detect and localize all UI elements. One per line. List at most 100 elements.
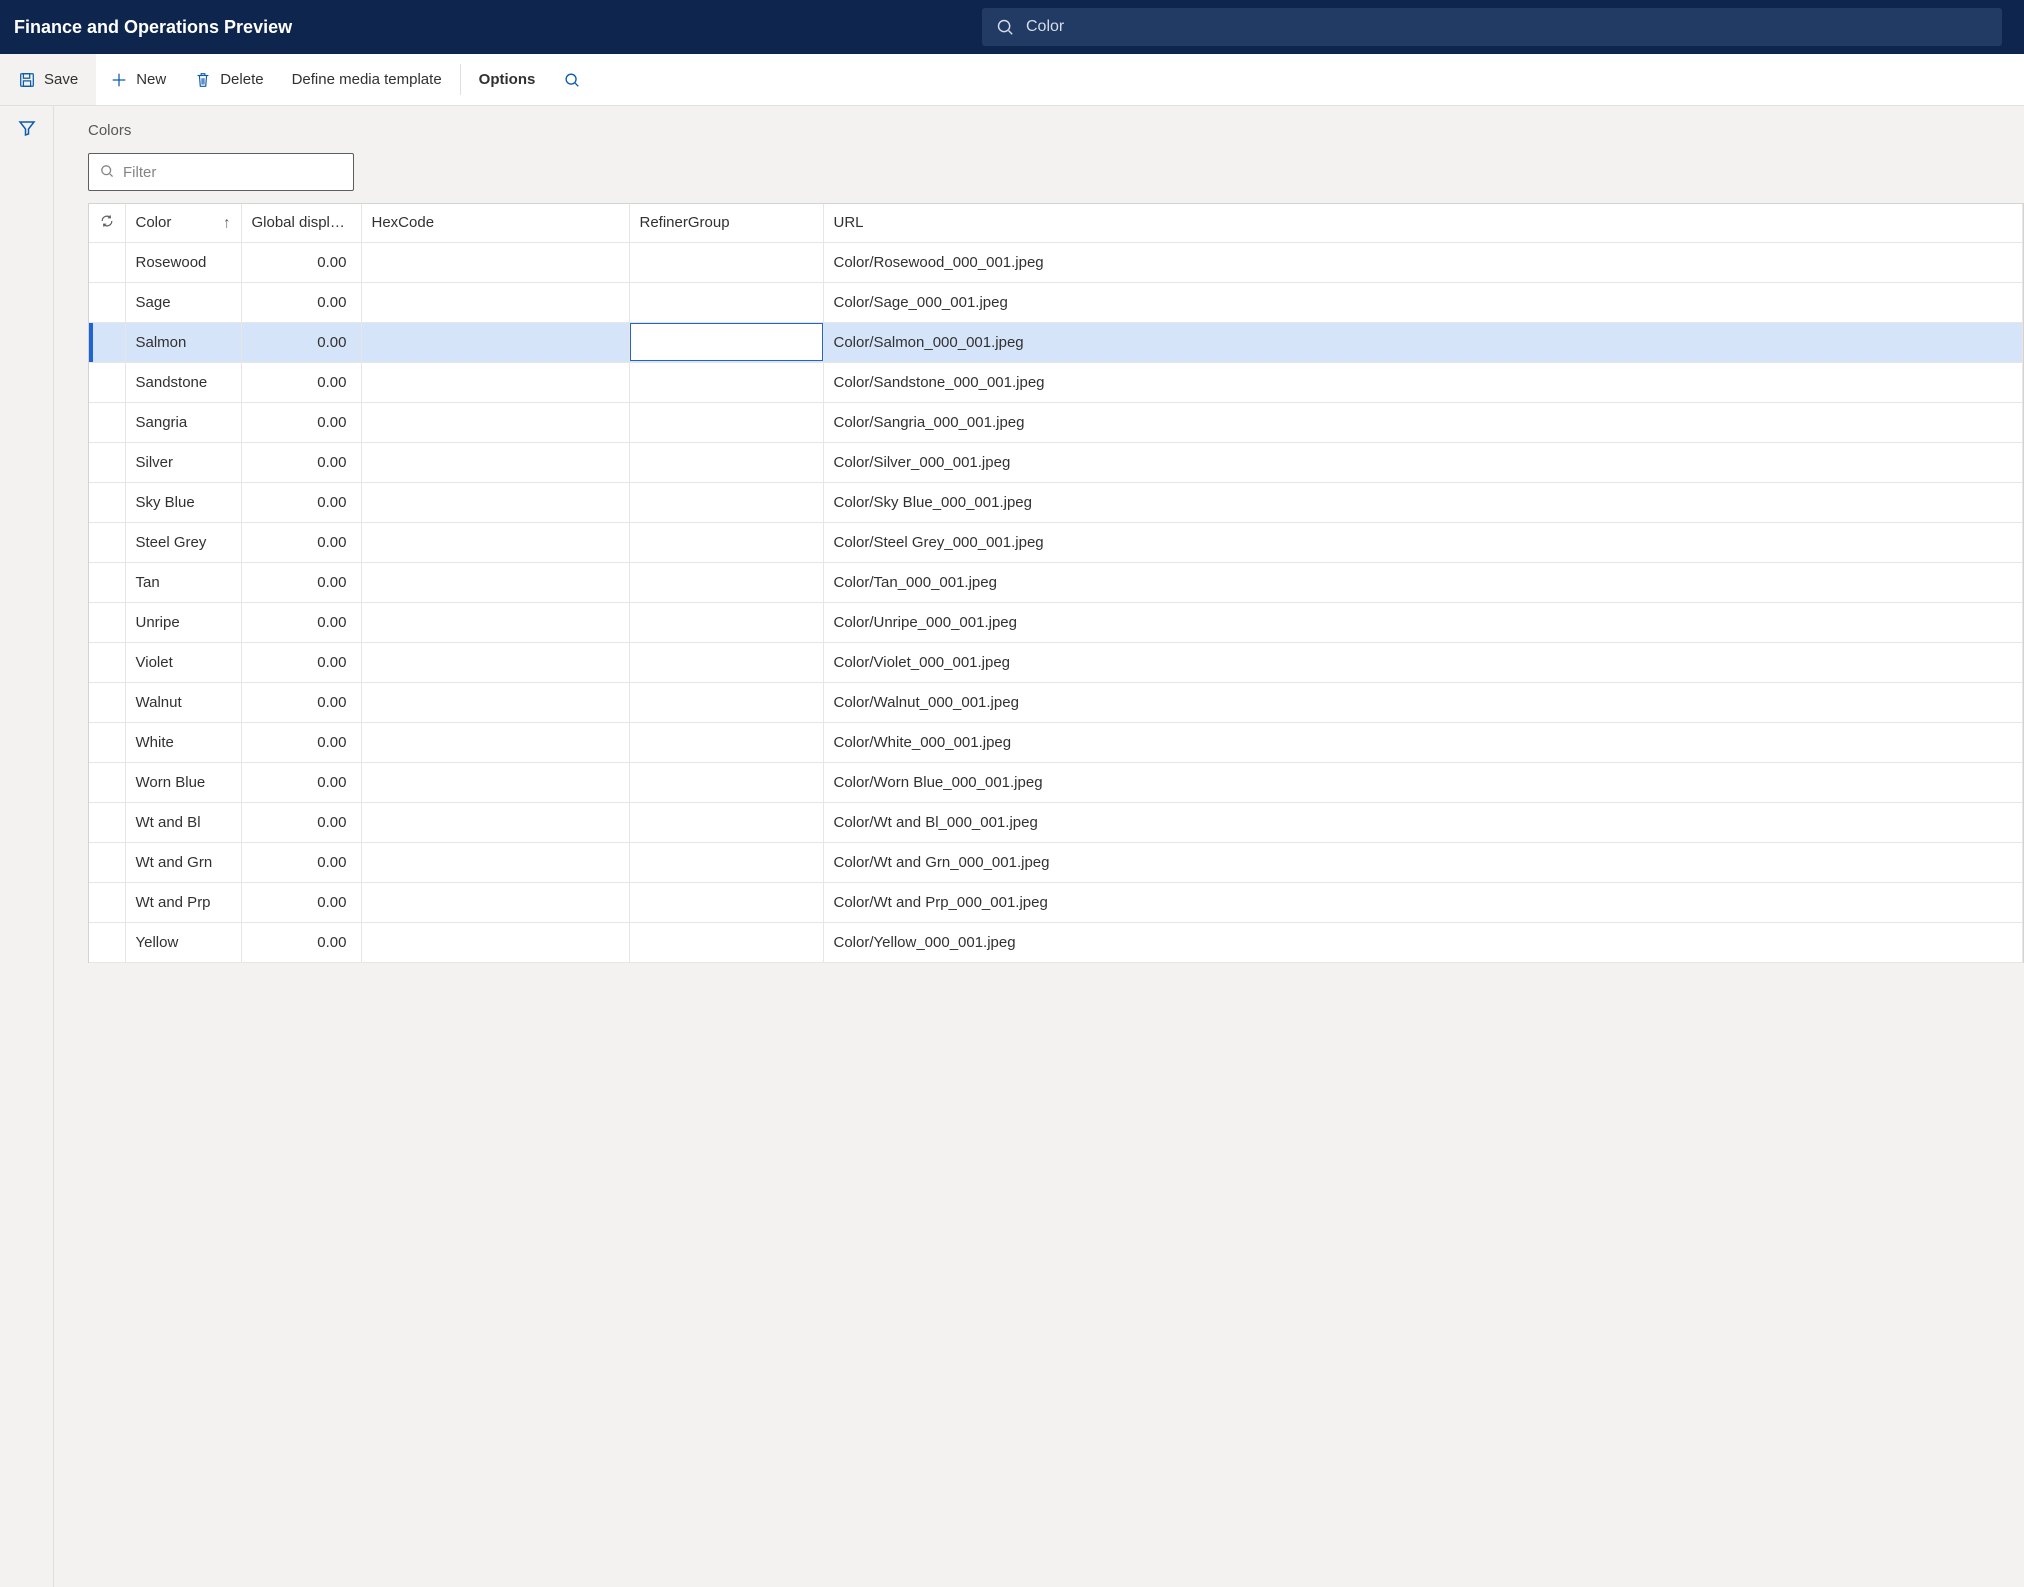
column-header-url[interactable]: URL bbox=[823, 204, 2023, 242]
cell-url[interactable]: Color/Silver_000_001.jpeg bbox=[823, 442, 2023, 482]
cell-color[interactable]: Unripe bbox=[125, 602, 241, 642]
row-selector[interactable] bbox=[89, 642, 125, 682]
cell-refinergroup[interactable] bbox=[629, 282, 823, 322]
cell-global-display[interactable]: 0.00 bbox=[241, 242, 361, 282]
cell-url[interactable]: Color/Sandstone_000_001.jpeg bbox=[823, 362, 2023, 402]
new-button[interactable]: New bbox=[96, 54, 180, 105]
table-row[interactable]: Yellow0.00Color/Yellow_000_001.jpeg bbox=[89, 922, 2023, 962]
row-selector[interactable] bbox=[89, 602, 125, 642]
cell-url[interactable]: Color/Steel Grey_000_001.jpeg bbox=[823, 522, 2023, 562]
row-selector[interactable] bbox=[89, 762, 125, 802]
cell-hexcode[interactable] bbox=[361, 282, 629, 322]
cell-color[interactable]: Sky Blue bbox=[125, 482, 241, 522]
row-selector[interactable] bbox=[89, 802, 125, 842]
cell-color[interactable]: White bbox=[125, 722, 241, 762]
row-selector[interactable] bbox=[89, 522, 125, 562]
cell-refinergroup[interactable] bbox=[629, 842, 823, 882]
cell-global-display[interactable]: 0.00 bbox=[241, 362, 361, 402]
cell-url[interactable]: Color/Wt and Bl_000_001.jpeg bbox=[823, 802, 2023, 842]
cell-url[interactable]: Color/White_000_001.jpeg bbox=[823, 722, 2023, 762]
cell-hexcode[interactable] bbox=[361, 802, 629, 842]
table-row[interactable]: Rosewood0.00Color/Rosewood_000_001.jpeg bbox=[89, 242, 2023, 282]
table-row[interactable]: Worn Blue0.00Color/Worn Blue_000_001.jpe… bbox=[89, 762, 2023, 802]
row-selector[interactable] bbox=[89, 322, 125, 362]
cell-refinergroup[interactable] bbox=[629, 322, 823, 362]
cell-refinergroup[interactable] bbox=[629, 562, 823, 602]
cell-url[interactable]: Color/Wt and Prp_000_001.jpeg bbox=[823, 882, 2023, 922]
row-selector[interactable] bbox=[89, 362, 125, 402]
table-row[interactable]: Sky Blue0.00Color/Sky Blue_000_001.jpeg bbox=[89, 482, 2023, 522]
cell-url[interactable]: Color/Sky Blue_000_001.jpeg bbox=[823, 482, 2023, 522]
cell-refinergroup[interactable] bbox=[629, 802, 823, 842]
cell-color[interactable]: Tan bbox=[125, 562, 241, 602]
column-header-global-display[interactable]: Global display … bbox=[241, 204, 361, 242]
cell-refinergroup[interactable] bbox=[629, 522, 823, 562]
cell-color[interactable]: Steel Grey bbox=[125, 522, 241, 562]
cell-hexcode[interactable] bbox=[361, 842, 629, 882]
grid-filter-input[interactable] bbox=[123, 164, 343, 181]
column-header-hexcode[interactable]: HexCode bbox=[361, 204, 629, 242]
global-search[interactable]: Color bbox=[982, 8, 2002, 46]
delete-button[interactable]: Delete bbox=[180, 54, 277, 105]
cell-hexcode[interactable] bbox=[361, 522, 629, 562]
row-selector[interactable] bbox=[89, 842, 125, 882]
cell-color[interactable]: Violet bbox=[125, 642, 241, 682]
grid-refresh-header[interactable] bbox=[89, 204, 125, 242]
cell-hexcode[interactable] bbox=[361, 562, 629, 602]
cell-refinergroup[interactable] bbox=[629, 602, 823, 642]
cell-global-display[interactable]: 0.00 bbox=[241, 282, 361, 322]
filter-pane-button[interactable] bbox=[17, 118, 37, 141]
row-selector[interactable] bbox=[89, 282, 125, 322]
cell-color[interactable]: Yellow bbox=[125, 922, 241, 962]
cell-hexcode[interactable] bbox=[361, 762, 629, 802]
cell-color[interactable]: Silver bbox=[125, 442, 241, 482]
cell-color[interactable]: Sangria bbox=[125, 402, 241, 442]
table-row[interactable]: Unripe0.00 Color/Unripe_000_001.jpeg bbox=[89, 602, 2023, 642]
cell-refinergroup[interactable] bbox=[629, 922, 823, 962]
cell-global-display[interactable]: 0.00 bbox=[241, 802, 361, 842]
table-row[interactable]: Steel Grey0.00Color/Steel Grey_000_001.j… bbox=[89, 522, 2023, 562]
cell-color[interactable]: Wt and Prp bbox=[125, 882, 241, 922]
options-button[interactable]: Options bbox=[465, 54, 550, 105]
table-row[interactable]: Sandstone0.00 Color/Sandstone_000_001.jpe… bbox=[89, 362, 2023, 402]
row-selector[interactable] bbox=[89, 242, 125, 282]
cell-hexcode[interactable] bbox=[361, 402, 629, 442]
cell-hexcode[interactable] bbox=[361, 682, 629, 722]
cell-global-display[interactable]: 0.00 bbox=[241, 602, 361, 642]
row-selector[interactable] bbox=[89, 922, 125, 962]
save-button[interactable]: Save bbox=[0, 54, 96, 105]
cell-url[interactable]: Color/Rosewood_000_001.jpeg bbox=[823, 242, 2023, 282]
cell-url[interactable]: Color/Unripe_000_001.jpeg bbox=[823, 602, 2023, 642]
cell-global-display[interactable]: 0.00 bbox=[241, 642, 361, 682]
cell-refinergroup[interactable] bbox=[629, 482, 823, 522]
column-header-refinergroup[interactable]: RefinerGroup bbox=[629, 204, 823, 242]
cell-global-display[interactable]: 0.00 bbox=[241, 402, 361, 442]
cell-url[interactable]: Color/Sangria_000_001.jpeg bbox=[823, 402, 2023, 442]
cell-global-display[interactable]: 0.00 bbox=[241, 322, 361, 362]
cell-color[interactable]: Walnut bbox=[125, 682, 241, 722]
table-row[interactable]: Wt and Grn0.00Color/Wt and Grn_000_001.j… bbox=[89, 842, 2023, 882]
cell-hexcode[interactable] bbox=[361, 322, 629, 362]
cell-color[interactable]: Worn Blue bbox=[125, 762, 241, 802]
cell-global-display[interactable]: 0.00 bbox=[241, 442, 361, 482]
row-selector[interactable] bbox=[89, 882, 125, 922]
cell-refinergroup[interactable] bbox=[629, 242, 823, 282]
row-selector[interactable] bbox=[89, 722, 125, 762]
cell-hexcode[interactable] bbox=[361, 362, 629, 402]
cell-refinergroup[interactable] bbox=[629, 722, 823, 762]
table-row[interactable]: Wt and Bl0.00Color/Wt and Bl_000_001.jpe… bbox=[89, 802, 2023, 842]
cell-hexcode[interactable] bbox=[361, 642, 629, 682]
row-selector[interactable] bbox=[89, 402, 125, 442]
table-row[interactable]: Walnut0.00Color/Walnut_000_001.jpeg bbox=[89, 682, 2023, 722]
cell-url[interactable]: Color/Walnut_000_001.jpeg bbox=[823, 682, 2023, 722]
cell-refinergroup[interactable] bbox=[629, 882, 823, 922]
cell-url[interactable]: Color/Tan_000_001.jpeg bbox=[823, 562, 2023, 602]
cell-refinergroup[interactable] bbox=[629, 402, 823, 442]
table-row[interactable]: Wt and Prp0.00Color/Wt and Prp_000_001.j… bbox=[89, 882, 2023, 922]
row-selector[interactable] bbox=[89, 442, 125, 482]
cell-color[interactable]: Salmon bbox=[125, 322, 241, 362]
cell-url[interactable]: Color/Yellow_000_001.jpeg bbox=[823, 922, 2023, 962]
cell-refinergroup[interactable] bbox=[629, 642, 823, 682]
cell-color[interactable]: Sandstone bbox=[125, 362, 241, 402]
table-row[interactable]: Sangria0.00 Color/Sangria_000_001.jpeg bbox=[89, 402, 2023, 442]
